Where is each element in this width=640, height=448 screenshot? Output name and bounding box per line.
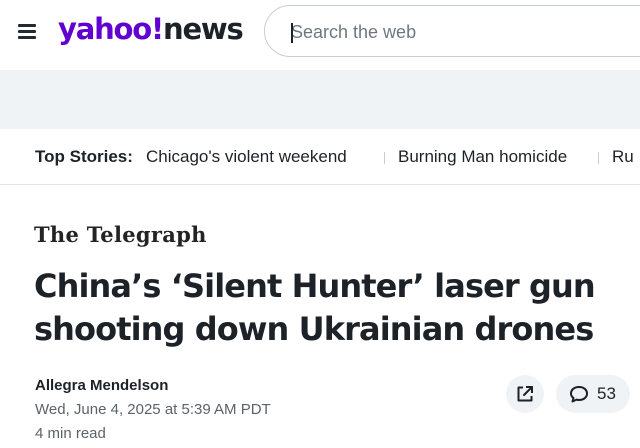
top-story-link[interactable]: Ru <box>612 147 634 167</box>
article-headline: China’s ‘Silent Hunter’ laser gun shooti… <box>34 267 596 348</box>
story-divider <box>384 152 385 164</box>
site-header: yahoo!news <box>0 0 640 70</box>
article-author[interactable]: Allegra Mendelson <box>35 377 168 394</box>
top-story-link[interactable]: Chicago's violent weekend <box>146 147 347 167</box>
logo-section: news <box>163 12 244 46</box>
top-stories-bar: Top Stories: Chicago's violent weekend B… <box>0 129 640 185</box>
top-story-link[interactable]: Burning Man homicide <box>398 147 567 167</box>
hamburger-menu-icon[interactable] <box>18 22 38 40</box>
source-logo-telegraph[interactable]: The Telegraph <box>34 222 207 247</box>
search-input[interactable] <box>291 19 621 45</box>
comment-icon <box>570 386 588 403</box>
story-divider <box>598 152 599 164</box>
read-time: 4 min read <box>35 425 106 442</box>
ad-banner-area <box>0 70 640 129</box>
top-stories-label: Top Stories: <box>35 147 133 166</box>
search-box[interactable] <box>264 5 640 57</box>
yahoo-news-logo[interactable]: yahoo!news <box>58 9 244 49</box>
comment-count: 53 <box>597 384 616 403</box>
text-cursor <box>291 23 293 43</box>
logo-brand: yahoo! <box>58 12 164 46</box>
share-button[interactable] <box>506 375 544 413</box>
article-date: Wed, June 4, 2025 at 5:39 AM PDT <box>35 401 271 418</box>
share-icon <box>517 386 533 402</box>
comments-button[interactable]: 53 <box>556 375 630 413</box>
